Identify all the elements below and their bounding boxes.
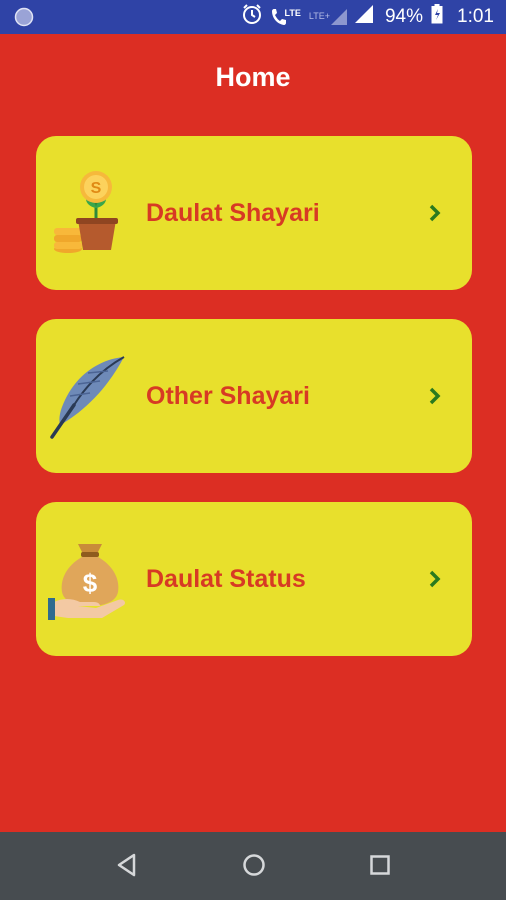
svg-text:S: S (91, 180, 102, 197)
clock: 1:01 (457, 6, 494, 27)
menu-item-label: Daulat Status (146, 564, 306, 593)
recents-icon[interactable] (367, 850, 393, 885)
menu-item-label: Other Shayari (146, 381, 310, 410)
battery-icon (431, 4, 443, 30)
signal-icon (354, 5, 373, 29)
money-plant-icon: S (48, 170, 128, 256)
svg-text:$: $ (83, 568, 98, 598)
status-bar: LTE LTE+ 94% 1:01 (0, 0, 506, 34)
money-bag-hand-icon: $ (48, 536, 128, 622)
battery-percent: 94% (384, 6, 424, 27)
notification-dot-icon (14, 7, 34, 32)
navigation-bar (0, 832, 506, 900)
chevron-right-icon (428, 569, 442, 594)
menu-item-label: Daulat Shayari (146, 198, 320, 227)
chevron-right-icon (428, 203, 442, 228)
feather-icon (48, 353, 128, 439)
menu-item-daulat-shayari[interactable]: S Daulat Shayari (36, 136, 472, 290)
chevron-right-icon (428, 386, 442, 411)
menu-item-other-shayari[interactable]: Other Shayari (36, 319, 472, 473)
signal-icon: LTE+ (309, 9, 347, 25)
volte-call-icon: LTE (271, 7, 301, 27)
app-header: Home (0, 34, 506, 120)
home-icon[interactable] (240, 850, 268, 885)
page-title: Home (215, 61, 291, 92)
menu-item-daulat-status[interactable]: $ Daulat Status (36, 502, 472, 656)
back-icon[interactable] (114, 850, 140, 885)
alarm-icon (241, 3, 263, 31)
